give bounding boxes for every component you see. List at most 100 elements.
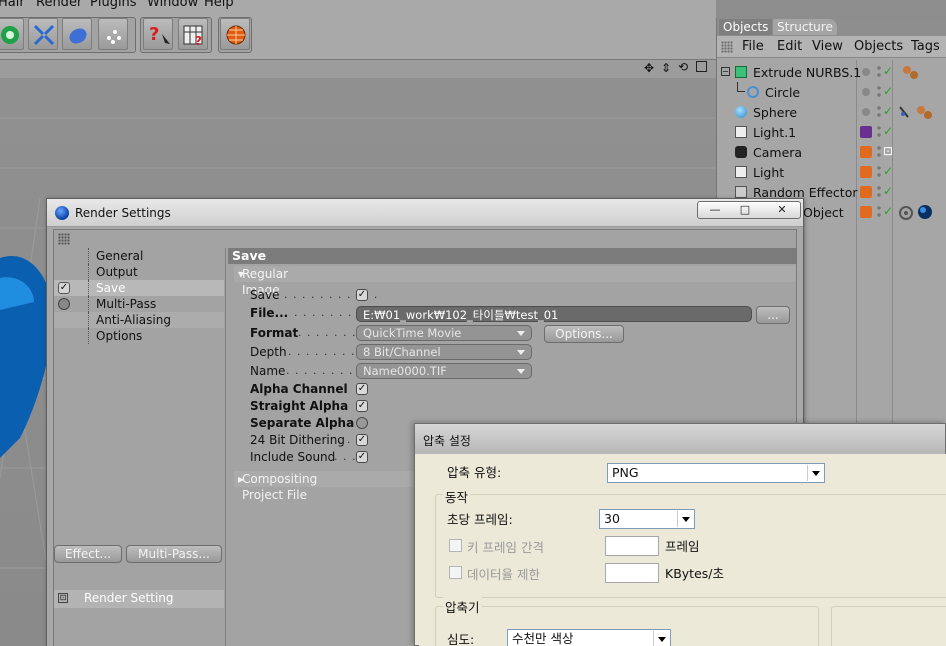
alpha-channel-checkbox[interactable]: ✓ [356,383,368,395]
object-row-extrude-nurbs[interactable]: − Extrude NURBS.1 ✓ [717,62,946,82]
save-checkbox[interactable]: ✓ [356,289,368,301]
render-visibility-dots[interactable] [877,85,881,99]
particles-tool-button[interactable] [98,18,128,50]
help-pointer-button[interactable]: ? [143,18,173,50]
om-menu-file[interactable]: File [742,39,764,54]
layer-color-swatch[interactable] [860,146,872,158]
compression-titlebar[interactable]: 압축 설정 [415,424,945,454]
multipass-button[interactable]: Multi-Pass... [126,545,222,563]
compression-type-select[interactable]: PNG [607,463,825,483]
separate-alpha-checkbox[interactable] [356,417,368,429]
nav-anti-aliasing[interactable]: Anti-Aliasing [54,312,224,328]
render-visibility-dots[interactable] [877,145,881,159]
multipass-enabled-checkbox[interactable] [58,298,70,310]
tab-structure[interactable]: Structure [773,19,837,35]
enabled-check-icon[interactable]: ✓ [883,204,893,218]
render-setting-item[interactable]: ⊡ Render Setting [54,590,224,608]
close-button[interactable]: ✕ [764,202,800,218]
editor-visibility-dot[interactable] [862,68,870,76]
menu-hair[interactable]: Hair [0,0,25,10]
om-menu-objects[interactable]: Objects [854,39,903,54]
chevron-down-icon[interactable] [677,511,693,527]
regular-image-section[interactable]: ▾ Regular Image [234,266,796,297]
menu-render[interactable]: Render [36,0,82,10]
keyframe-input[interactable] [605,536,659,556]
zoom-view-icon[interactable]: ⇕ [661,61,671,75]
object-row-camera[interactable]: Camera ⊡ [717,142,946,162]
datarate-input[interactable] [605,563,659,583]
menu-window[interactable]: Window [147,0,198,10]
minimize-button[interactable]: — [700,202,730,218]
compressor-group-title: 압축기 [443,597,482,616]
format-select[interactable]: QuickTime Movie [356,325,532,341]
layer-color-swatch[interactable] [860,206,872,218]
chevron-down-icon[interactable] [807,465,823,481]
enabled-check-icon[interactable]: ✓ [883,184,893,198]
browse-file-button[interactable]: ... [756,306,790,324]
fps-select[interactable]: 30 [599,509,695,529]
datarate-checkbox[interactable] [449,566,462,579]
layer-color-swatch[interactable] [860,166,872,178]
render-visibility-dots[interactable] [877,65,881,79]
depth-select[interactable]: 8 Bit/Channel [356,344,532,360]
effect-button[interactable]: Effect... [54,545,122,563]
sound-sphere-tags-icon[interactable] [897,204,937,222]
enabled-check-icon[interactable]: ✓ [883,64,893,78]
om-menu-tags[interactable]: Tags [911,39,940,54]
include-sound-checkbox[interactable]: ✓ [356,451,368,463]
keyframe-checkbox[interactable] [449,539,462,552]
online-help-button[interactable] [220,18,250,50]
render-visibility-dots[interactable] [877,205,881,219]
enabled-check-icon[interactable]: ✓ [883,164,893,178]
tab-objects[interactable]: Objects [719,19,773,35]
nav-output[interactable]: Output [54,264,224,280]
nav-multi-pass[interactable]: Multi-Pass [54,296,224,312]
object-row-light-1[interactable]: Light.1 ✓ [717,122,946,142]
grip-handle-icon[interactable] [721,41,733,53]
save-enabled-checkbox[interactable]: ✓ [58,282,70,294]
editor-visibility-dot[interactable] [862,88,870,96]
enabled-check-icon[interactable]: ✓ [883,84,893,98]
render-visibility-dots[interactable] [877,105,881,119]
move-view-icon[interactable]: ✥ [644,61,654,75]
bend-tool-button[interactable] [62,18,92,50]
menu-help[interactable]: Help [204,0,234,10]
render-visibility-dots[interactable] [877,125,881,139]
object-row-circle[interactable]: Circle ✓ [717,82,946,102]
material-tag-icon[interactable] [901,64,921,80]
straight-alpha-checkbox[interactable]: ✓ [356,400,368,412]
maximize-button[interactable]: □ [730,202,760,218]
editor-visibility-dot[interactable] [862,108,870,116]
nav-save[interactable]: ✓ Save [54,280,224,296]
nav-general[interactable]: General [54,248,224,264]
object-row-sphere[interactable]: Sphere ✓ [717,102,946,122]
render-settings-titlebar[interactable]: Render Settings — □ ✕ [47,199,803,227]
menu-plugins[interactable]: Plugins [90,0,137,10]
color-depth-select[interactable]: 수천만 색상 [507,629,671,646]
file-path-field[interactable]: E:₩01_work₩102_타이틀₩test_01 [356,306,752,322]
tags-icon[interactable] [897,104,937,120]
timeline-help-button[interactable]: ? [178,18,208,50]
render-visibility-dots[interactable] [877,165,881,179]
enabled-check-icon[interactable]: ✓ [883,104,893,118]
fracture-tool-button[interactable] [28,18,58,50]
om-menu-view[interactable]: View [812,39,843,54]
layer-color-swatch[interactable] [860,126,872,138]
rotate-view-icon[interactable]: ⟲ [678,60,688,74]
enabled-check-icon[interactable]: ✓ [883,124,893,138]
layer-color-swatch[interactable] [860,186,872,198]
render-visibility-dots[interactable] [877,185,881,199]
dithering-checkbox[interactable]: ✓ [356,434,368,446]
nav-options[interactable]: Options [54,328,224,344]
grip-handle-icon[interactable] [58,233,70,245]
om-menu-edit[interactable]: Edit [777,39,802,54]
cloner-tool-button[interactable] [0,18,24,50]
maximize-view-icon[interactable] [696,61,707,72]
collapse-toggle-icon[interactable]: − [721,67,730,76]
chevron-down-icon[interactable] [653,631,669,646]
camera-active-icon[interactable]: ⊡ [883,144,893,158]
setting-expand-icon[interactable]: ⊡ [58,593,68,603]
object-row-light[interactable]: Light ✓ [717,162,946,182]
format-options-button[interactable]: Options... [544,325,624,343]
name-select[interactable]: Name0000.TIF [356,363,532,379]
